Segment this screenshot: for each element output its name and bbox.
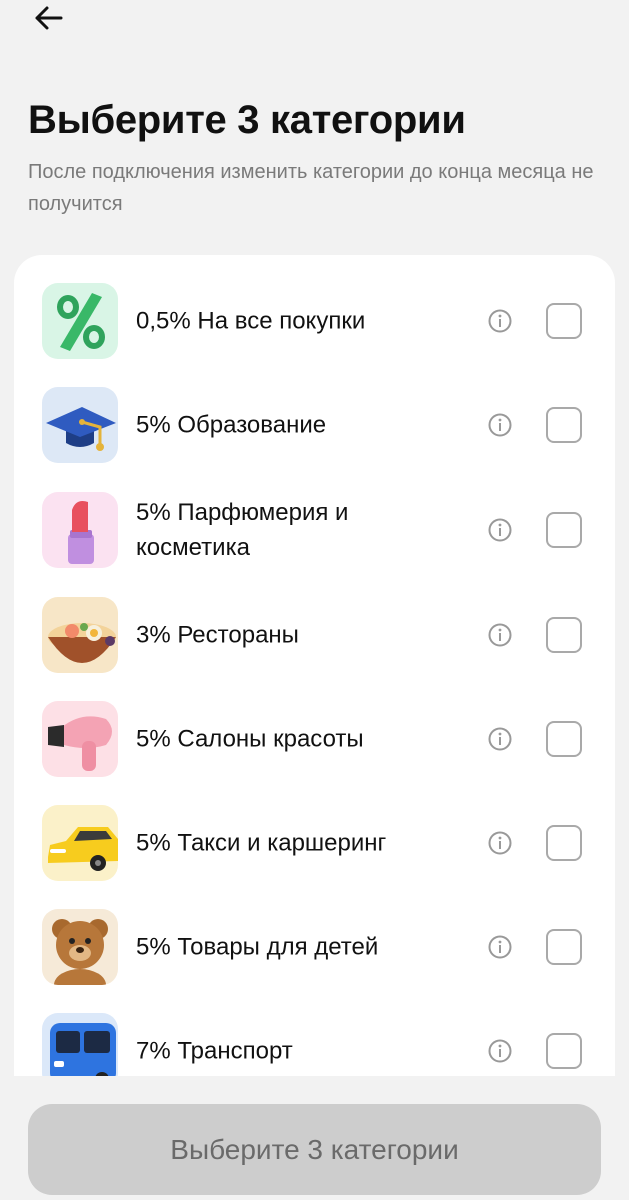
category-row[interactable]: 0,5% На все покупки	[14, 269, 615, 373]
category-checkbox[interactable]	[546, 825, 582, 861]
page-title: Выберите 3 категории	[28, 98, 466, 142]
category-label: 5% Такси и каршеринг	[136, 829, 387, 857]
category-label: 5% Товары для детей	[136, 933, 379, 961]
category-label: 5% Парфюмерия и косметика	[136, 499, 349, 561]
category-label: 5% Образование	[136, 411, 327, 439]
category-row[interactable]: 5% Товары для детей	[14, 895, 615, 999]
info-icon[interactable]	[488, 309, 512, 333]
category-checkbox[interactable]	[546, 1033, 582, 1069]
graduation-cap-icon	[42, 387, 118, 463]
category-checkbox[interactable]	[546, 929, 582, 965]
category-row[interactable]: 5% Такси и каршеринг	[14, 791, 615, 895]
info-icon[interactable]	[488, 413, 512, 437]
info-icon[interactable]	[488, 935, 512, 959]
category-checkbox[interactable]	[546, 617, 582, 653]
arrow-left-icon	[35, 6, 63, 30]
category-row[interactable]: 7% Транспорт	[14, 999, 615, 1076]
category-row[interactable]: 5% Салоны красоты	[14, 687, 615, 791]
info-icon[interactable]	[488, 1039, 512, 1063]
category-label: 3% Рестораны	[136, 621, 299, 649]
category-list: 0,5% На все покупки 5% Образование 5% Па…	[14, 255, 615, 1076]
category-label: 5% Салоны красоты	[136, 725, 364, 753]
percent-icon	[42, 283, 118, 359]
teddy-bear-icon	[42, 909, 118, 985]
category-row[interactable]: 5% Образование	[14, 373, 615, 477]
category-checkbox[interactable]	[546, 303, 582, 339]
taxi-car-icon	[42, 805, 118, 881]
category-row[interactable]: 3% Рестораны	[14, 583, 615, 687]
info-icon[interactable]	[488, 623, 512, 647]
info-icon[interactable]	[488, 518, 512, 542]
category-checkbox[interactable]	[546, 512, 582, 548]
food-bowl-icon	[42, 597, 118, 673]
bus-icon	[42, 1013, 118, 1076]
lipstick-icon	[42, 492, 118, 568]
info-icon[interactable]	[488, 727, 512, 751]
category-checkbox[interactable]	[546, 407, 582, 443]
hair-dryer-icon	[42, 701, 118, 777]
back-button[interactable]	[28, 0, 68, 36]
page-subtitle: После подключения изменить категории до …	[28, 161, 594, 215]
submit-button[interactable]: Выберите 3 категории	[28, 1104, 601, 1195]
category-checkbox[interactable]	[546, 721, 582, 757]
category-label: 7% Транспорт	[136, 1037, 293, 1065]
category-row[interactable]: 5% Парфюмерия и косметика	[14, 477, 615, 583]
category-label: 0,5% На все покупки	[136, 307, 366, 335]
info-icon[interactable]	[488, 831, 512, 855]
